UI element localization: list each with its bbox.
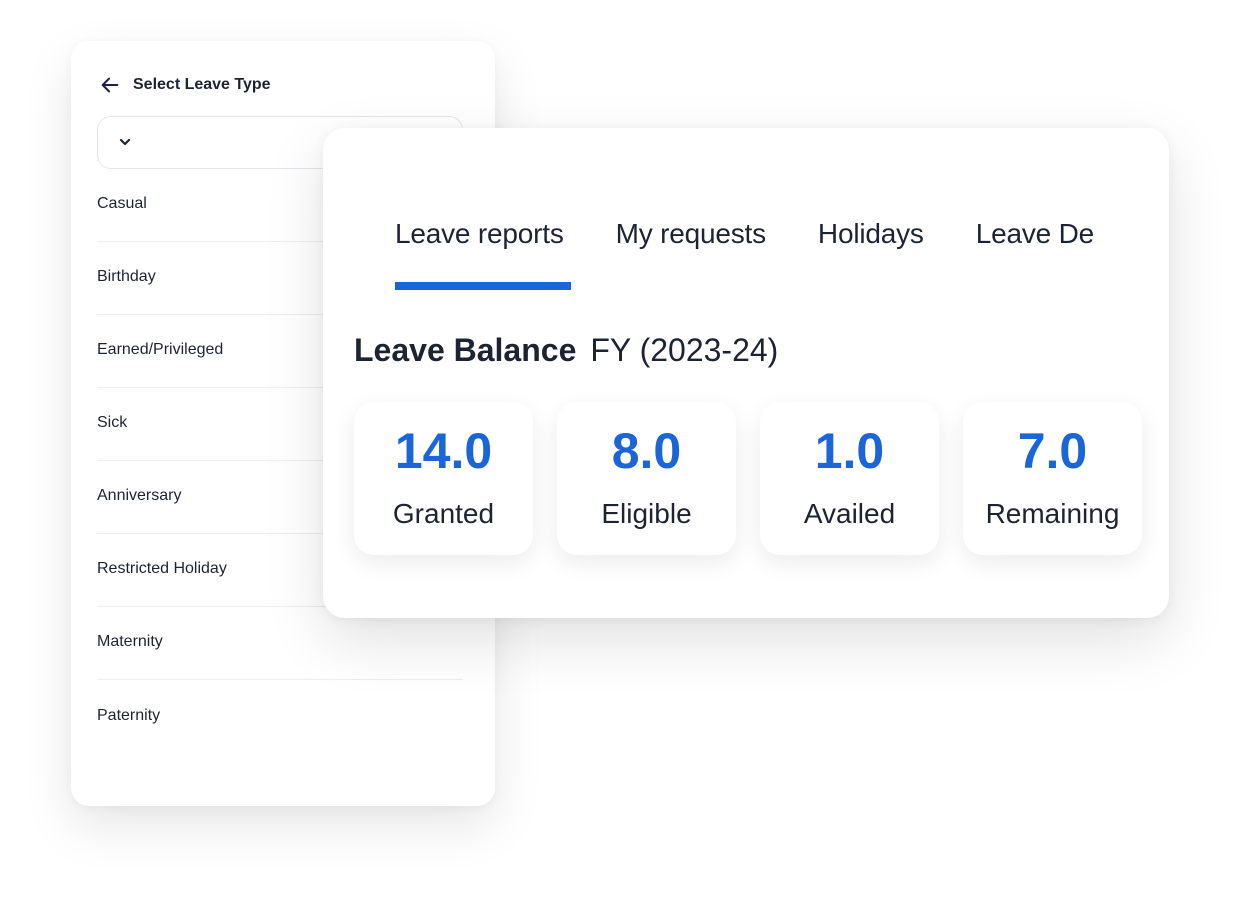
granted-card: 14.0 Granted — [354, 402, 533, 555]
panel-title: Select Leave Type — [133, 76, 271, 93]
active-tab-indicator — [395, 282, 571, 290]
tab-my-requests[interactable]: My requests — [616, 218, 766, 250]
balance-title: Leave Balance — [354, 332, 577, 368]
panel-header: Select Leave Type — [99, 74, 271, 96]
balance-cards: 14.0 Granted 8.0 Eligible 1.0 Availed 7.… — [354, 402, 1166, 555]
remaining-card: 7.0 Remaining — [963, 402, 1142, 555]
card-label: Eligible — [601, 498, 692, 529]
card-value: 8.0 — [611, 423, 682, 479]
fiscal-year: FY (2023-24) — [590, 332, 779, 368]
card-value: 14.0 — [394, 423, 493, 479]
leave-type-option[interactable]: Paternity — [97, 680, 463, 753]
tab-holidays[interactable]: Holidays — [818, 218, 924, 250]
card-value: 7.0 — [1017, 423, 1088, 479]
leave-balance-panel: Leave reports My requests Holidays Leave… — [323, 128, 1169, 618]
tab-leave-reports[interactable]: Leave reports — [395, 218, 564, 250]
chevron-down-icon — [119, 138, 131, 146]
card-label: Granted — [392, 498, 495, 529]
leave-balance-heading: Leave Balance FY (2023-24) — [354, 332, 778, 369]
availed-card: 1.0 Availed — [760, 402, 939, 555]
eligible-card: 8.0 Eligible — [557, 402, 736, 555]
back-arrow-icon[interactable] — [99, 74, 121, 96]
tab-bar: Leave reports My requests Holidays Leave… — [395, 218, 1146, 250]
card-label: Availed — [803, 498, 896, 529]
card-value: 1.0 — [814, 423, 885, 479]
tab-leave-details[interactable]: Leave De — [976, 218, 1094, 250]
card-label: Remaining — [985, 498, 1120, 529]
